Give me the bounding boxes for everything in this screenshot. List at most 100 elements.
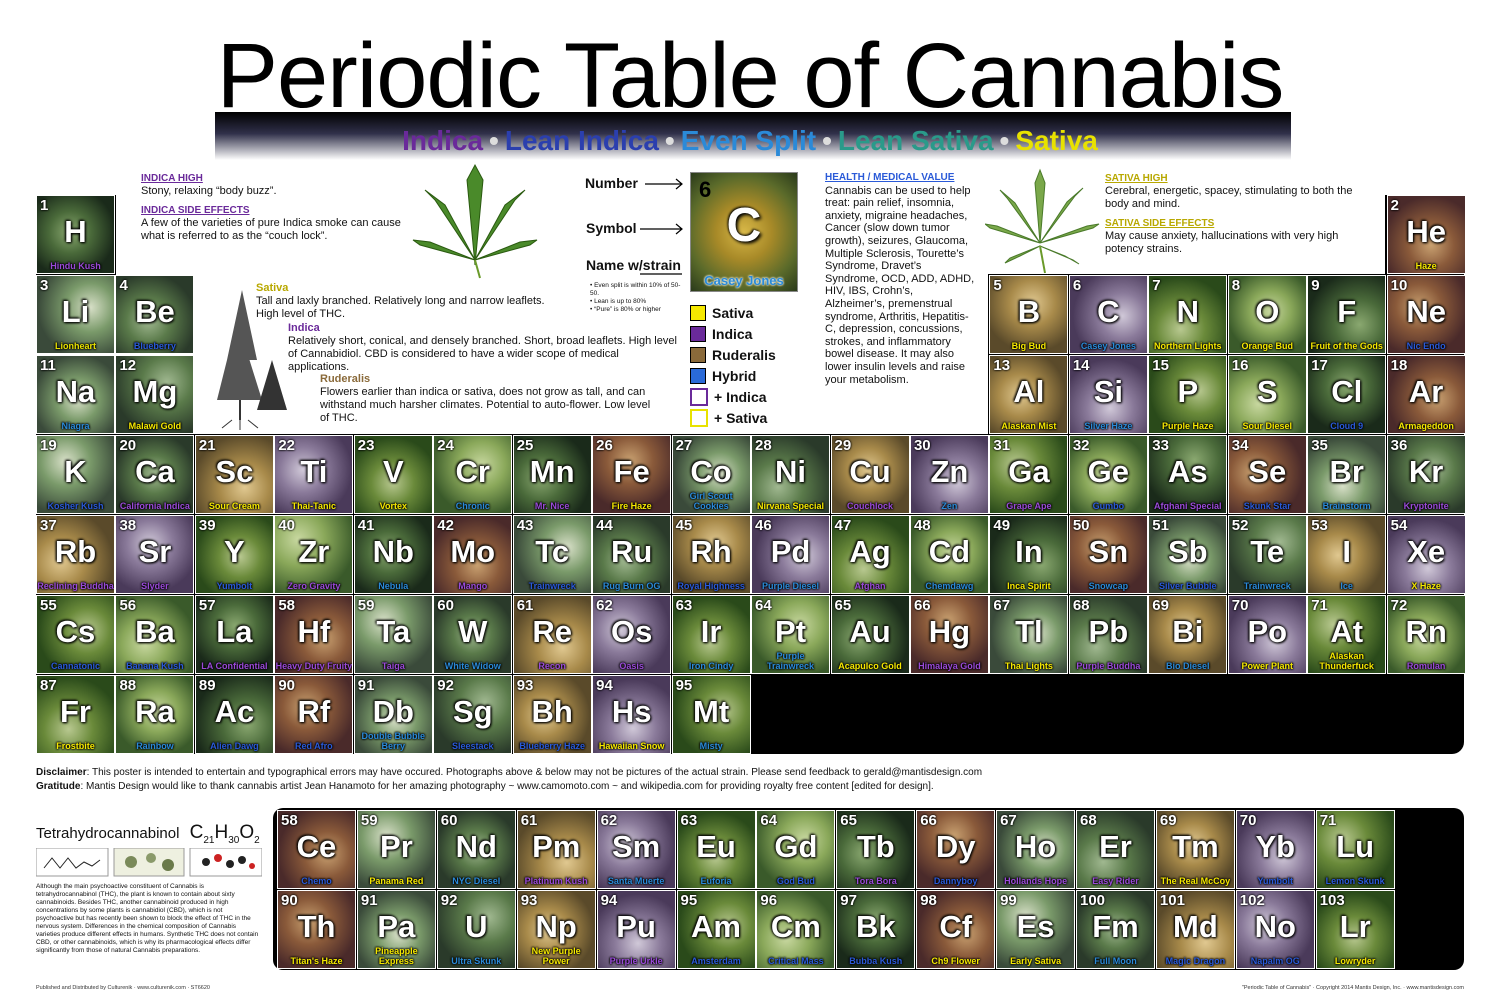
element-symbol: Ce bbox=[296, 829, 337, 864]
strain-name: Tora Bora bbox=[854, 876, 897, 886]
element-symbol: Pb bbox=[1088, 614, 1129, 649]
strain-name: The Real McCoy bbox=[1160, 876, 1231, 886]
atomic-number: 14 bbox=[1072, 357, 1090, 374]
element-symbol: Cu bbox=[849, 454, 891, 489]
element-symbol: Es bbox=[1016, 909, 1055, 944]
strain-name: LA Confidential bbox=[201, 661, 268, 671]
strain-name: Rug Burn OG bbox=[602, 581, 661, 591]
strain-name: Heavy Duty Fruity bbox=[275, 661, 353, 671]
atomic-number: 65 bbox=[840, 812, 857, 829]
element-cell-lr: 103 Lr Lowryder bbox=[1315, 890, 1395, 969]
atomic-number: 12 bbox=[119, 357, 137, 374]
element-cell-pd: 46 Pd Purple Diesel bbox=[751, 515, 831, 594]
element-cell-sc: 21 Sc Sour Cream bbox=[194, 435, 274, 514]
legend-label: Hybrid bbox=[712, 367, 757, 384]
element-symbol: W bbox=[458, 614, 488, 649]
ruderalis-plant-info: Ruderalis Flowers earlier than indica or… bbox=[320, 373, 660, 425]
strain-name: Pineapple Express bbox=[375, 946, 418, 966]
strain-name: Trainwreck bbox=[1243, 581, 1291, 591]
footer: Published and Distributed by Culturenik … bbox=[36, 985, 1464, 991]
element-cell-na: 11 Na Niagra bbox=[36, 355, 115, 434]
atomic-number: 13 bbox=[993, 357, 1011, 374]
element-cell-nd: 60 Nd NYC Diesel bbox=[436, 810, 516, 889]
atomic-number: 66 bbox=[920, 812, 937, 829]
element-cell-pb: 68 Pb Purple Buddha bbox=[1068, 595, 1148, 674]
thc-name: Tetrahydrocannabinol bbox=[36, 825, 180, 842]
atomic-number: 21 bbox=[198, 437, 216, 454]
element-symbol: Y bbox=[224, 534, 245, 569]
element-cell-cd: 48 Cd Chemdawg bbox=[909, 515, 989, 594]
element-symbol: Re bbox=[532, 614, 572, 649]
strain-name: White Widow bbox=[444, 661, 501, 671]
strain-name: Brainstorm bbox=[1322, 501, 1371, 511]
atomic-number: 89 bbox=[198, 677, 216, 694]
element-cell-pu: 94 Pu Purple Urkle bbox=[596, 890, 676, 969]
element-symbol: Ne bbox=[1406, 294, 1446, 329]
element-symbol: Mo bbox=[450, 534, 496, 569]
element-cell-sr: 38 Sr Slyder bbox=[115, 515, 195, 594]
element-symbol: Ge bbox=[1087, 454, 1130, 489]
element-symbol: Fe bbox=[613, 454, 650, 489]
strain-name: Power Plant bbox=[1241, 661, 1293, 671]
strain-name: Purple Trainwreck bbox=[767, 651, 815, 671]
atomic-number: 55 bbox=[40, 597, 57, 614]
strain-name: Cloud 9 bbox=[1330, 421, 1364, 431]
element-symbol: Ga bbox=[1008, 454, 1050, 489]
element-cell-th: 90 Th Titan's Haze bbox=[277, 890, 356, 969]
atomic-number: 34 bbox=[1231, 437, 1249, 454]
atomic-number: 91 bbox=[360, 892, 378, 909]
element-symbol: Am bbox=[691, 909, 741, 944]
element-cell-li: 3 Li Lionheart bbox=[36, 275, 115, 354]
element-symbol: Mt bbox=[693, 694, 730, 729]
strain-name: Zen bbox=[941, 501, 958, 511]
element-cell-at: 71 At Alaskan Thunderfuck bbox=[1307, 595, 1387, 674]
key-notes: • Even split is within 10% of 50-50. • L… bbox=[590, 282, 685, 314]
element-cell-bi: 69 Bi Bio Diesel bbox=[1148, 595, 1228, 674]
atomic-number: 61 bbox=[516, 597, 534, 614]
element-cell-ba: 56 Ba Banana Kush bbox=[115, 595, 195, 674]
element-cell-ac: 89 Ac Alien Dawg bbox=[194, 675, 274, 754]
atomic-number: 58 bbox=[281, 812, 298, 829]
atomic-number: 28 bbox=[755, 437, 772, 454]
atomic-number: 94 bbox=[596, 677, 613, 694]
strain-name: Hollands Hope bbox=[1004, 876, 1068, 886]
strain-name: Snowcap bbox=[1088, 581, 1129, 591]
element-symbol: Ni bbox=[775, 454, 807, 489]
strain-name: Sleestack bbox=[451, 741, 494, 751]
element-cell-pa: 91 Pa Pineapple Express bbox=[356, 890, 436, 969]
strain-name: Taiga bbox=[381, 661, 405, 671]
element-cell-k: 19 K Kosher Kush bbox=[36, 435, 115, 514]
element-cell-y: 39 Y Yumbolt bbox=[194, 515, 274, 594]
element-cell-rf: 90 Rf Red Afro bbox=[274, 675, 354, 754]
element-cell-rn: 72 Rn Romulan bbox=[1386, 595, 1466, 674]
strain-name: Chemdawg bbox=[925, 581, 974, 591]
element-symbol: Ac bbox=[214, 694, 255, 729]
element-cell-f: 9 F Fruit of the Gods bbox=[1307, 275, 1387, 354]
key-arrows-icon bbox=[640, 178, 683, 275]
legend-label: Indica bbox=[712, 325, 753, 342]
legend: Sativa Indica Ruderalis Hybrid + Indica + Sat… bbox=[690, 302, 776, 428]
type-separator: • bbox=[664, 125, 675, 156]
element-cell-zn: 30 Zn Zen bbox=[909, 435, 989, 514]
health-info: HEALTH / MEDICAL VALUE Cannabis can be u… bbox=[825, 172, 975, 386]
atomic-number: 72 bbox=[1390, 597, 1408, 614]
disclaimer-text: : This poster is intended to entertain a… bbox=[86, 767, 983, 778]
ruderalis-plant-text: Flowers earlier than indica or sativa, d… bbox=[320, 386, 651, 424]
key-note: • Lean is up to 80% bbox=[590, 298, 647, 305]
strain-name: Afghani Special bbox=[1154, 501, 1222, 511]
element-symbol: Ta bbox=[376, 614, 411, 649]
atomic-number: 67 bbox=[993, 597, 1011, 614]
atomic-number: 24 bbox=[437, 437, 454, 454]
strain-name: Haze bbox=[1415, 261, 1437, 271]
atomic-number: 67 bbox=[1000, 812, 1017, 829]
element-symbol: Md bbox=[1173, 909, 1218, 944]
strain-name: Ch9 Flower bbox=[931, 956, 980, 966]
element-cell-ta: 59 Ta Taiga bbox=[353, 595, 433, 674]
element-symbol: Bi bbox=[1172, 614, 1204, 649]
type-label: Lean Indica bbox=[504, 125, 659, 156]
strain-type-scale: Indica • Lean Indica • Even Split • Lean Sativ… bbox=[0, 125, 1500, 157]
element-cell-ag: 47 Ag Afghan bbox=[830, 515, 910, 594]
legend-item: Ruderalis bbox=[690, 344, 776, 365]
element-cell-ir: 63 Ir Iron Cindy bbox=[671, 595, 751, 674]
type-separator: • bbox=[489, 125, 499, 156]
